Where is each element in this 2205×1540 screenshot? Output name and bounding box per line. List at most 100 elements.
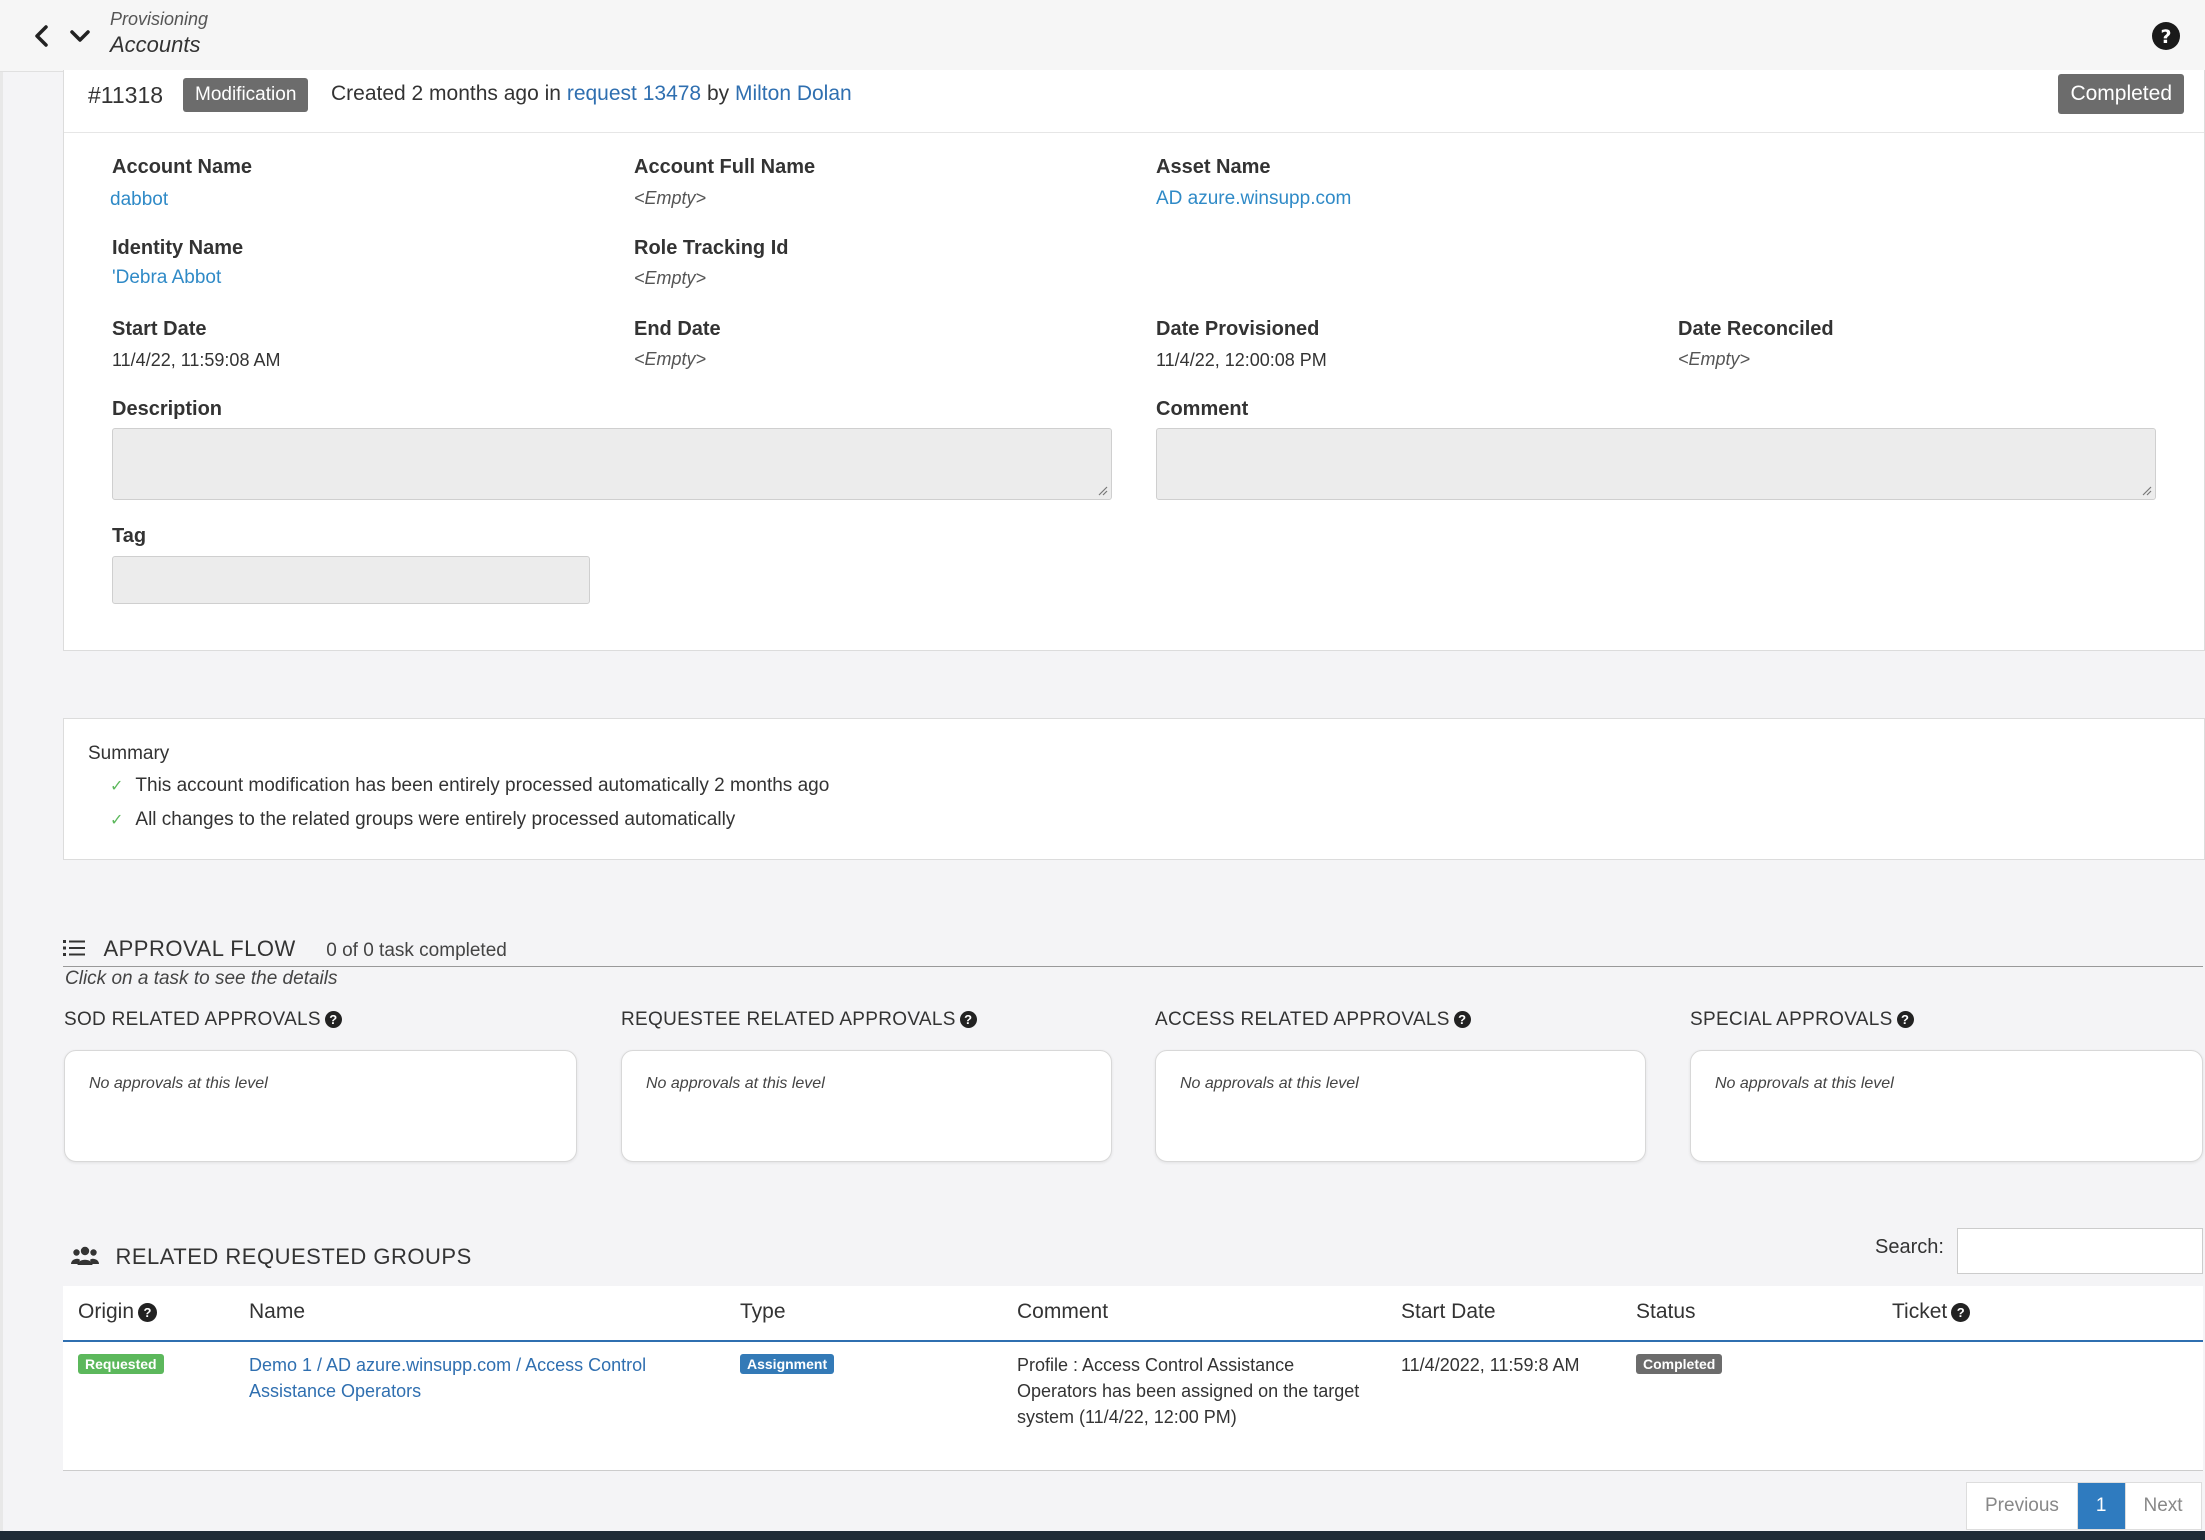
related-groups-header: RELATED REQUESTED GROUPS: [71, 1244, 472, 1270]
account-details-card: #11318 Modification Created 2 months ago…: [63, 70, 2205, 651]
resize-handle-icon[interactable]: [1098, 486, 1108, 496]
start-date-label: Start Date: [112, 318, 207, 340]
summary-text: This account modification has been entir…: [135, 775, 830, 796]
comment-cell: Profile : Access Control Assistance Oper…: [1017, 1352, 1359, 1430]
check-icon: ✓: [110, 812, 124, 829]
top-bar: Provisioning Accounts ?: [0, 0, 2205, 72]
approval-flow-title: APPROVAL FLOW: [103, 936, 296, 961]
created-text: Created 2 months ago in: [331, 82, 561, 105]
chevron-left-icon: [35, 25, 48, 47]
approval-flow-header: APPROVAL FLOW 0 of 0 task completed: [63, 936, 507, 962]
column-header-label: Origin: [78, 1300, 135, 1323]
question-circle-icon[interactable]: ?: [138, 1303, 158, 1322]
record-id: #11318: [88, 82, 164, 108]
date-provisioned-value: 11/4/22, 12:00:08 PM: [1156, 350, 1327, 370]
column-title: ACCESS RELATED APPROVALS: [1155, 1009, 1450, 1030]
comment-line: system (11/4/22, 12:00 PM): [1017, 1407, 1237, 1427]
record-header: #11318 Modification Created 2 months ago…: [64, 70, 2204, 133]
role-tracking-label: Role Tracking Id: [634, 237, 789, 259]
approval-progress: 0 of 0 task completed: [326, 940, 507, 961]
request-link[interactable]: request 13478: [567, 82, 701, 105]
identity-name-link[interactable]: 'Debra Abbot: [112, 267, 221, 289]
column-header-status[interactable]: Status: [1636, 1300, 1696, 1324]
chevron-down-icon: [70, 30, 90, 42]
access-approvals-title: ACCESS RELATED APPROVALS?: [1155, 1009, 1471, 1031]
requestee-approvals-box: No approvals at this level: [621, 1050, 1112, 1162]
taskbar: [0, 1531, 2205, 1540]
column-header-comment[interactable]: Comment: [1017, 1300, 1108, 1324]
divider: [63, 966, 2203, 967]
special-approvals-title: SPECIAL APPROVALS?: [1690, 1009, 1914, 1031]
no-approvals-text: No approvals at this level: [89, 1075, 268, 1092]
menu-dropdown-button[interactable]: [60, 16, 100, 56]
summary-title: Summary: [88, 743, 170, 764]
pagination: Previous 1 Next: [1966, 1482, 2202, 1530]
summary-line: ✓ All changes to the related groups were …: [110, 809, 735, 831]
list-icon: [63, 940, 85, 956]
summary-text: All changes to the related groups were e…: [135, 809, 736, 830]
breadcrumb[interactable]: Provisioning: [110, 9, 208, 30]
account-full-name-label: Account Full Name: [634, 156, 816, 178]
comment-line: Operators has been assigned on the targe…: [1017, 1381, 1360, 1401]
date-reconciled-value: <Empty>: [1678, 349, 1751, 369]
account-name-link[interactable]: dabbot: [110, 189, 168, 211]
question-circle-icon[interactable]: ?: [1896, 1011, 1914, 1028]
type-badge: Modification: [183, 78, 309, 112]
origin-badge: Requested: [78, 1354, 164, 1374]
sod-approvals-box: No approvals at this level: [64, 1050, 577, 1162]
users-icon: [71, 1246, 99, 1265]
column-header-origin[interactable]: Origin?: [78, 1300, 158, 1324]
sod-approvals-title: SOD RELATED APPROVALS?: [64, 1009, 342, 1031]
column-header-start-date[interactable]: Start Date: [1401, 1300, 1496, 1324]
check-icon: ✓: [110, 778, 124, 795]
approval-hint: Click on a task to see the details: [65, 968, 338, 989]
column-header-name[interactable]: Name: [249, 1300, 305, 1324]
question-circle-icon[interactable]: ?: [959, 1011, 977, 1028]
type-cell: Assignment: [740, 1354, 835, 1374]
group-name-link[interactable]: Demo 1 / AD azure.winsupp.com / Access C…: [249, 1352, 646, 1404]
search-input[interactable]: [1957, 1228, 2203, 1274]
related-groups-title: RELATED REQUESTED GROUPS: [115, 1244, 472, 1269]
type-badge: Assignment: [740, 1354, 835, 1374]
column-header-ticket[interactable]: Ticket?: [1892, 1300, 1971, 1324]
svg-text:?: ?: [2160, 26, 2171, 48]
start-date-cell: 11/4/2022, 11:59:8 AM: [1401, 1355, 1580, 1375]
description-field[interactable]: [112, 428, 1112, 500]
group-name-line: Assistance Operators: [249, 1381, 422, 1401]
end-date-label: End Date: [634, 318, 721, 340]
comment-field[interactable]: [1156, 428, 2156, 500]
tag-label: Tag: [112, 525, 147, 547]
by-text: by: [706, 82, 730, 105]
end-date-value: <Empty>: [634, 349, 707, 369]
resize-handle-icon[interactable]: [2142, 486, 2152, 496]
comment-label: Comment: [1156, 398, 1249, 420]
summary-line: ✓ This account modification has been enti…: [110, 775, 829, 797]
account-full-name-value: <Empty>: [634, 188, 707, 208]
question-circle-icon[interactable]: ?: [1951, 1303, 1971, 1322]
column-header-type[interactable]: Type: [740, 1300, 786, 1324]
column-title: SOD RELATED APPROVALS: [64, 1009, 321, 1030]
date-provisioned-label: Date Provisioned: [1156, 318, 1320, 340]
help-button[interactable]: ?: [2150, 20, 2182, 52]
related-groups-table: Origin? Name Type Comment Start Date Sta…: [63, 1286, 2203, 1471]
back-button[interactable]: [22, 16, 62, 56]
role-tracking-value: <Empty>: [634, 268, 707, 288]
no-approvals-text: No approvals at this level: [646, 1075, 825, 1092]
asset-name-link[interactable]: AD azure.winsupp.com: [1156, 188, 1351, 210]
tag-input[interactable]: [112, 556, 590, 604]
question-circle-icon[interactable]: ?: [1453, 1011, 1471, 1028]
previous-page-button[interactable]: Previous: [1967, 1483, 2078, 1529]
page-1-button[interactable]: 1: [2077, 1483, 2126, 1529]
next-page-button[interactable]: Next: [2126, 1483, 2201, 1529]
account-name-label: Account Name: [112, 156, 253, 178]
table-row: Requested: [78, 1354, 164, 1374]
user-link[interactable]: Milton Dolan: [735, 82, 852, 105]
status-cell: Completed: [1636, 1354, 1723, 1374]
date-reconciled-label: Date Reconciled: [1678, 318, 1834, 340]
question-circle-icon: ?: [2152, 22, 2180, 50]
page-title: Accounts: [110, 32, 201, 57]
question-circle-icon[interactable]: ?: [324, 1011, 342, 1028]
start-date-value: 11/4/22, 11:59:08 AM: [112, 350, 281, 370]
access-approvals-box: No approvals at this level: [1155, 1050, 1646, 1162]
left-rail: [0, 0, 3, 1540]
